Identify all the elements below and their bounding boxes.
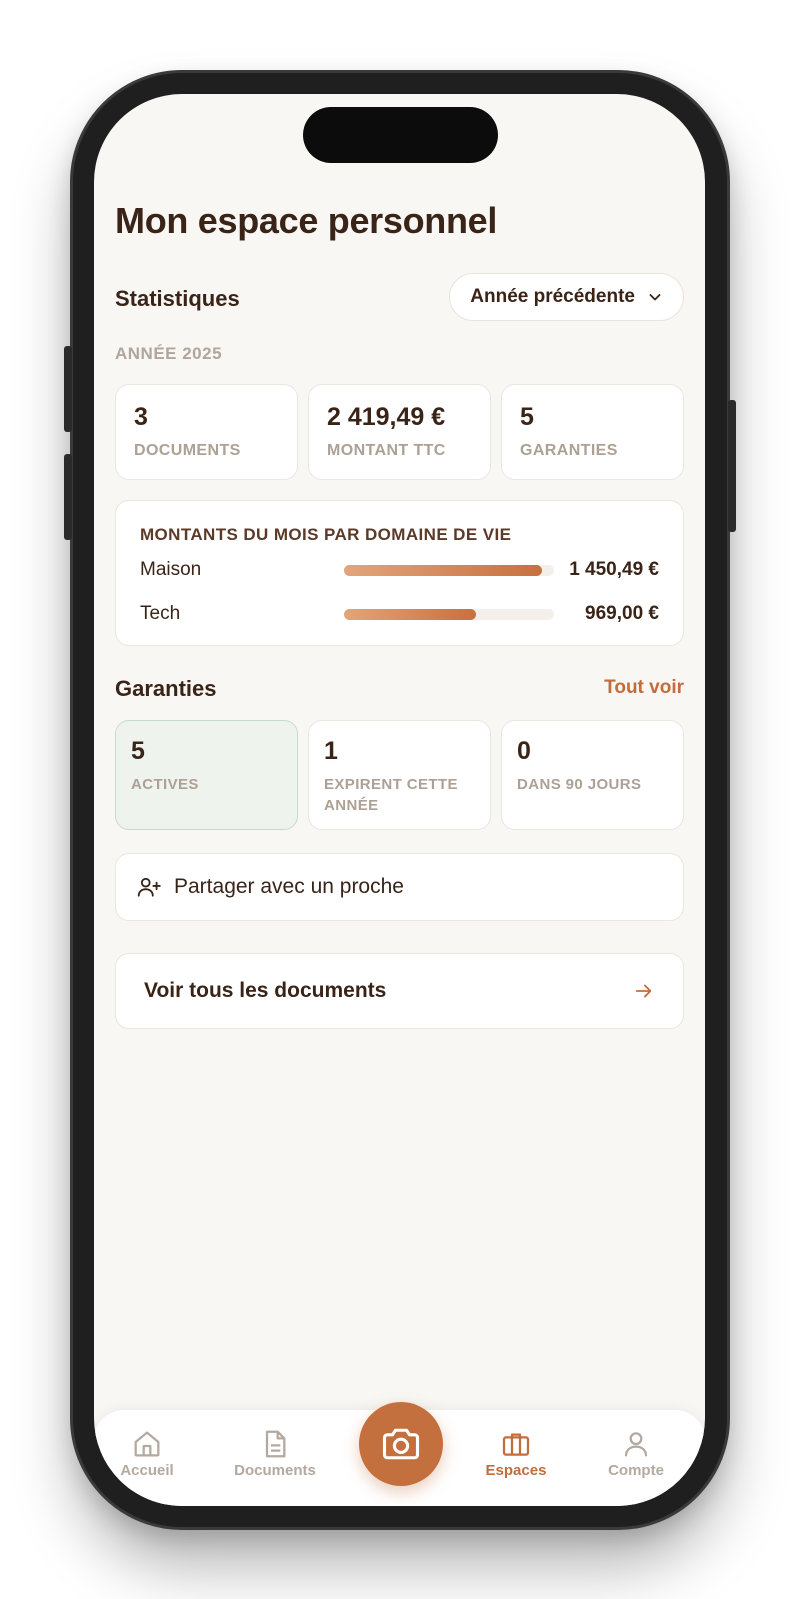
tab-label: Espaces	[485, 1462, 547, 1479]
guarantee-label: ACTIVES	[131, 776, 199, 793]
breakdown-label: Tech	[140, 603, 181, 624]
tab-bar: Accueil Documents Espaces Compte	[94, 1402, 705, 1506]
share-label: Partager avec un proche	[174, 875, 404, 898]
stat-card-guarantees: 5 GARANTIES	[501, 384, 684, 480]
period-select[interactable]: Année précédente	[449, 273, 684, 321]
statistics-title: Statistiques	[115, 286, 240, 311]
breakdown-row-tech: Tech 969,00 €	[140, 595, 659, 633]
tab-label: Compte	[608, 1462, 664, 1479]
guarantees-title: Garanties	[115, 676, 217, 701]
year-caption: ANNÉE 2025	[115, 344, 223, 363]
stat-label: GARANTIES	[520, 442, 618, 459]
arrow-right-icon	[635, 984, 652, 998]
guarantee-label: DANS 90 JOURS	[517, 776, 642, 793]
all-documents-label: Voir tous les documents	[144, 979, 387, 1002]
tab-compte[interactable]: Compte	[586, 1428, 686, 1479]
breakdown-bar	[344, 609, 476, 620]
guarantee-value: 0	[517, 737, 531, 765]
life-domain-breakdown: MONTANTS DU MOIS PAR DOMAINE DE VIE Mais…	[115, 500, 684, 646]
home-icon	[134, 1431, 160, 1457]
guarantee-value: 1	[324, 737, 338, 765]
breakdown-label: Maison	[140, 559, 202, 580]
briefcase-icon	[502, 1433, 530, 1456]
breakdown-title: MONTANTS DU MOIS PAR DOMAINE DE VIE	[140, 525, 512, 544]
period-select-label: Année précédente	[470, 286, 635, 307]
stat-value: 5	[520, 403, 534, 431]
user-icon	[624, 1432, 648, 1457]
chevron-down-icon	[649, 294, 661, 301]
guarantee-card-active[interactable]: 5 ACTIVES	[115, 720, 298, 830]
guarantee-value: 5	[131, 737, 145, 765]
camera-button[interactable]	[359, 1402, 443, 1486]
side-button-power	[728, 400, 736, 532]
breakdown-bar	[344, 565, 542, 576]
dynamic-island	[303, 107, 498, 163]
stat-label: DOCUMENTS	[134, 442, 241, 459]
side-button-action	[64, 346, 72, 432]
tab-documents[interactable]: Documents	[225, 1428, 325, 1479]
breakdown-bar-track	[344, 609, 554, 620]
stat-value: 2 419,49 €	[327, 403, 446, 431]
guarantee-card-expiring-year[interactable]: 1 EXPIRENT CETTE ANNÉE	[308, 720, 491, 830]
document-icon	[265, 1430, 286, 1458]
guarantee-label: EXPIRENT CETTE ANNÉE	[324, 776, 458, 814]
guarantee-cards: 5 ACTIVES 1 EXPIRENT CETTE ANNÉE 0 DANS …	[115, 720, 684, 830]
stat-card-documents: 3 DOCUMENTS	[115, 384, 298, 480]
user-plus-icon	[137, 877, 161, 897]
tab-accueil[interactable]: Accueil	[97, 1428, 197, 1479]
breakdown-bar-track	[344, 565, 554, 576]
stat-card-amount: 2 419,49 € MONTANT TTC	[308, 384, 491, 480]
camera-icon	[382, 1428, 420, 1460]
tab-label: Accueil	[120, 1462, 174, 1479]
tab-label: Documents	[234, 1462, 316, 1479]
guarantee-card-90-days[interactable]: 0 DANS 90 JOURS	[501, 720, 684, 830]
screen: Mon espace personnel Statistiques Année …	[94, 94, 705, 1506]
breakdown-amount: 969,00 €	[585, 603, 659, 624]
tab-espaces[interactable]: Espaces	[466, 1428, 566, 1479]
page-title: Mon espace personnel	[115, 200, 498, 241]
share-button[interactable]: Partager avec un proche	[115, 853, 684, 921]
side-button-volume	[64, 454, 72, 540]
stat-label: MONTANT TTC	[327, 442, 446, 459]
breakdown-row-maison: Maison 1 450,49 €	[140, 551, 659, 589]
see-all-link[interactable]: Tout voir	[604, 677, 684, 699]
stats-cards: 3 DOCUMENTS 2 419,49 € MONTANT TTC 5 GAR…	[115, 384, 684, 480]
all-documents-button[interactable]: Voir tous les documents	[115, 953, 684, 1029]
breakdown-amount: 1 450,49 €	[569, 559, 659, 580]
stat-value: 3	[134, 403, 148, 431]
